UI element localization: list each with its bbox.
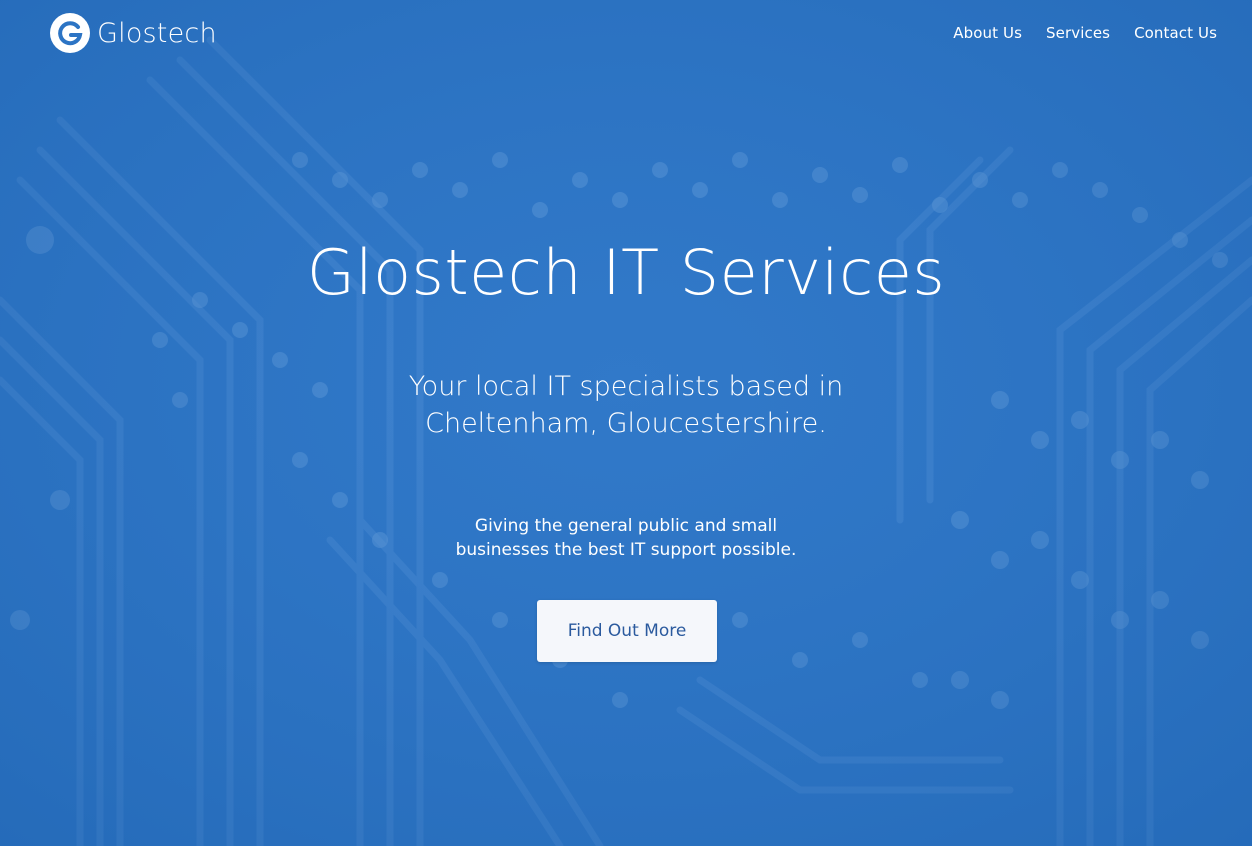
nav-link-contact-us[interactable]: Contact Us	[1134, 24, 1217, 42]
find-out-more-button[interactable]: Find Out More	[537, 600, 717, 662]
brand-name: Glostech	[97, 17, 217, 49]
hero-section: Glostech About Us Services Contact Us Gl…	[0, 0, 1252, 846]
main-nav: About Us Services Contact Us	[953, 24, 1217, 42]
g-circle-logo-icon	[50, 13, 90, 53]
brand-logo[interactable]: Glostech	[49, 12, 217, 54]
nav-link-services[interactable]: Services	[1046, 24, 1110, 42]
top-navigation-bar: Glostech About Us Services Contact Us	[0, 0, 1252, 70]
hero-tagline: Your local IT specialists based in Chelt…	[408, 371, 844, 439]
hero-subtext: Giving the general public and small busi…	[455, 516, 797, 560]
hero-title: Glostech IT Services	[306, 236, 946, 309]
nav-link-about-us[interactable]: About Us	[953, 24, 1022, 42]
